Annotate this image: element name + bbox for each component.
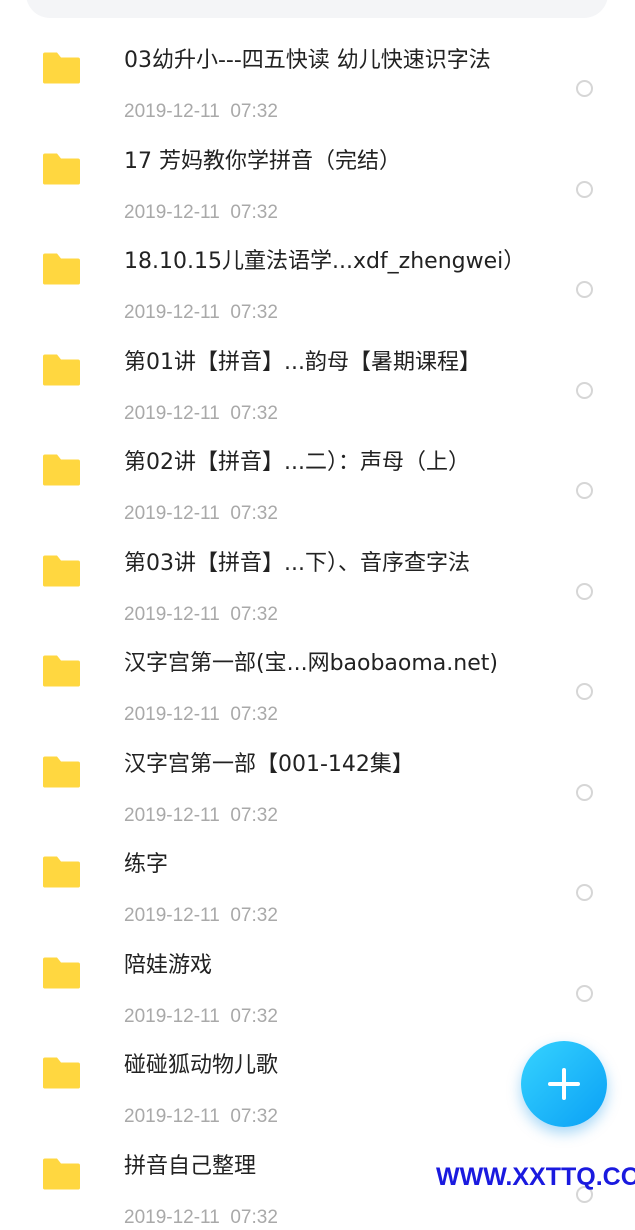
file-name: 练字 xyxy=(124,852,169,877)
file-list-item[interactable]: 第01讲【拼音】...韵母【暑期课程】 2019-12-11 07:32 xyxy=(0,320,635,424)
file-name: 18.10.15儿童法语学...xdf_zhengwei） xyxy=(124,249,526,274)
file-list-item[interactable]: 陪娃游戏 2019-12-11 07:32 xyxy=(0,923,635,1027)
folder-icon xyxy=(42,655,81,688)
file-date: 2019-12-11 07:32 xyxy=(124,1206,278,1228)
file-name: 第02讲【拼音】...二）：声母（上） xyxy=(124,450,470,475)
folder-icon xyxy=(42,1057,81,1090)
folder-icon xyxy=(42,554,81,587)
file-list-item[interactable]: 第03讲【拼音】...下）、音序查字法 2019-12-11 07:32 xyxy=(0,521,635,625)
file-name: 碰碰狐动物儿歌 xyxy=(124,1053,279,1078)
select-checkbox[interactable] xyxy=(576,80,593,97)
select-checkbox[interactable] xyxy=(576,884,593,901)
folder-icon xyxy=(42,956,81,989)
file-list-item[interactable]: 17 芳妈教你学拼音（完结） 2019-12-11 07:32 xyxy=(0,119,635,223)
select-checkbox[interactable] xyxy=(576,381,593,399)
select-checkbox[interactable] xyxy=(576,683,593,700)
file-list-item[interactable]: 第02讲【拼音】...二）：声母（上） 2019-12-11 07:32 xyxy=(0,420,635,524)
search-bar[interactable] xyxy=(26,0,608,18)
folder-icon xyxy=(42,52,81,85)
select-checkbox[interactable] xyxy=(576,582,593,600)
file-list-item[interactable]: 03幼升小---四五快读 幼儿快速识字法 2019-12-11 07:32 xyxy=(0,18,635,122)
folder-icon xyxy=(42,1157,81,1190)
file-list-item[interactable]: 练字 2019-12-11 07:32 xyxy=(0,822,635,926)
file-name: 第03讲【拼音】...下）、音序查字法 xyxy=(124,550,470,576)
folder-icon xyxy=(42,353,81,386)
file-list-item[interactable]: 汉字宫第一部(宝...网baobaoma.net) 2019-12-11 07:3… xyxy=(0,621,635,725)
file-name: 汉字宫第一部(宝...网baobaoma.net) xyxy=(124,651,498,676)
select-checkbox[interactable] xyxy=(576,281,593,298)
file-name: 汉字宫第一部【001-142集】 xyxy=(124,751,414,777)
watermark: WWW.XXTTQ.COM xyxy=(436,1163,635,1191)
select-checkbox[interactable] xyxy=(576,482,593,499)
file-list-item[interactable]: 汉字宫第一部【001-142集】 2019-12-11 07:32 xyxy=(0,722,635,826)
select-checkbox[interactable] xyxy=(576,180,593,198)
select-checkbox[interactable] xyxy=(576,984,593,1002)
file-list-item[interactable]: 18.10.15儿童法语学...xdf_zhengwei） 2019-12-11 … xyxy=(0,219,635,323)
file-name: 陪娃游戏 xyxy=(124,952,213,978)
folder-icon xyxy=(42,755,81,788)
select-checkbox[interactable] xyxy=(576,783,593,801)
add-button[interactable] xyxy=(521,1041,607,1127)
folder-icon xyxy=(42,152,81,185)
folder-icon xyxy=(42,454,81,487)
file-name: 03幼升小---四五快读 幼儿快速识字法 xyxy=(124,48,491,73)
file-name: 17 芳妈教你学拼音（完结） xyxy=(124,148,401,174)
folder-icon xyxy=(42,856,81,889)
file-name: 第01讲【拼音】...韵母【暑期课程】 xyxy=(124,349,481,375)
folder-icon xyxy=(42,253,81,286)
